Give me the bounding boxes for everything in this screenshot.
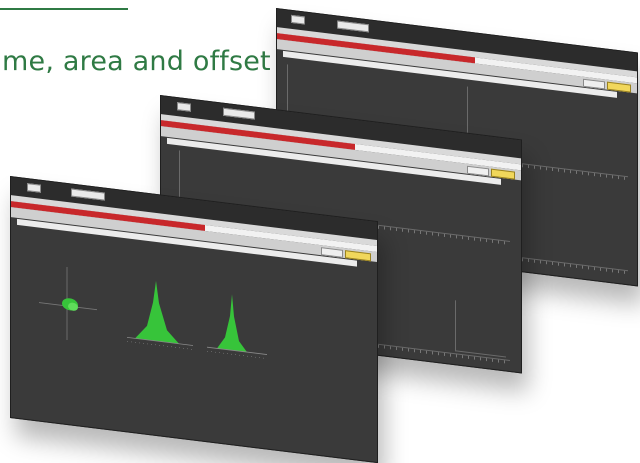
cluster-plot [37,258,99,346]
headline: me, area and offset [2,46,271,77]
peak-plot-2 [203,279,273,373]
peak-shape [217,294,247,353]
plot-panel-small [455,300,506,358]
header-field[interactable] [71,188,105,201]
header-field[interactable] [27,183,41,193]
peak-plot-svg [127,280,193,350]
header-field[interactable] [291,14,305,25]
header-field[interactable] [223,107,255,120]
app-window-front [10,176,378,463]
peak-shape [135,280,179,344]
peak-plot-svg [207,294,267,359]
cluster-plot-svg [39,266,97,341]
header-field[interactable] [337,20,369,33]
header-field[interactable] [177,102,191,112]
headline-rule [0,8,128,10]
peak-plot-1 [123,269,203,364]
